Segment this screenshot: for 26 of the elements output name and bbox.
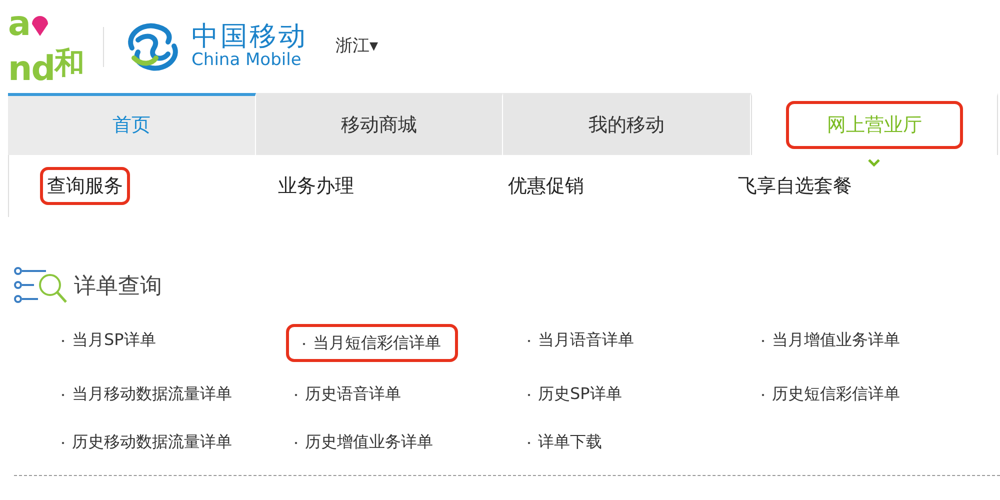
query-link[interactable]: 当月SP详单 <box>56 327 162 359</box>
query-link[interactable]: 当月增值业务详单 <box>756 327 906 359</box>
query-link[interactable]: 历史移动数据流量详单 <box>56 429 238 455</box>
subnav-link[interactable]: 优惠促销 <box>504 170 588 202</box>
logo-subtitle: China Mobile <box>192 51 302 70</box>
query-link[interactable]: 当月移动数据流量详单 <box>56 381 238 407</box>
logo-letter: a <box>8 7 30 41</box>
nav-tab[interactable]: 移动商城 <box>256 93 503 155</box>
subnav-link[interactable]: 飞享自选套餐 <box>734 170 856 202</box>
query-link[interactable]: 历史SP详单 <box>522 381 628 407</box>
query-link[interactable]: 历史语音详单 <box>289 381 407 407</box>
logo-title: 中国移动 <box>192 22 308 52</box>
nav-tab[interactable]: 我的移动 <box>503 93 750 155</box>
region-dropdown[interactable]: 浙江▾ <box>336 34 378 60</box>
query-link[interactable]: 历史增值业务详单 <box>289 429 439 455</box>
subnav-link[interactable]: 查询服务 <box>43 170 127 202</box>
query-link[interactable]: 当月短信彩信详单 <box>289 327 455 359</box>
section-title: 详单查询 <box>74 272 162 300</box>
list-search-icon <box>14 267 70 305</box>
subnav-link[interactable]: 业务办理 <box>274 170 358 202</box>
query-link[interactable]: 当月语音详单 <box>522 327 640 359</box>
brand-name: 和 <box>54 45 85 83</box>
logo-letters: nd <box>8 52 55 86</box>
query-link[interactable]: 历史短信彩信详单 <box>756 381 906 407</box>
chevron-icon <box>867 158 882 167</box>
query-link[interactable]: 详单下载 <box>522 429 608 455</box>
